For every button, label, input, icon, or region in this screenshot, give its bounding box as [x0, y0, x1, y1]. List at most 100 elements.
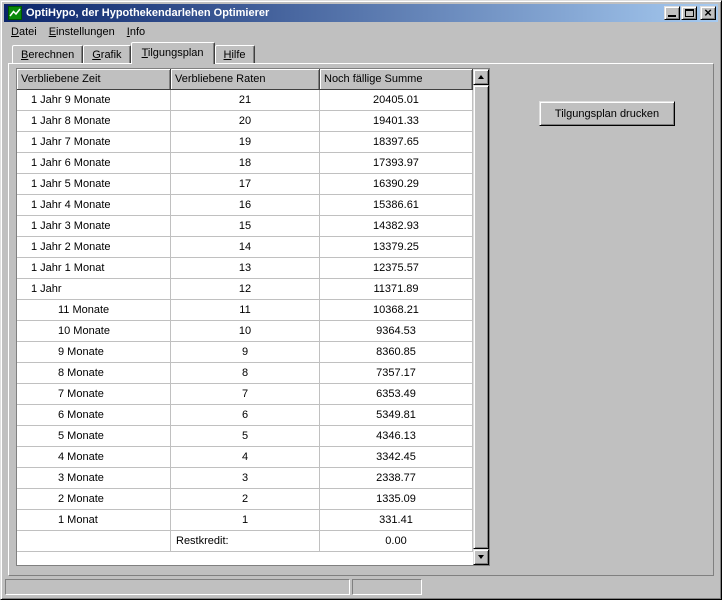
app-window: OptiHypo, der Hypothekendarlehen Optimie…: [0, 0, 722, 600]
window-title: OptiHypo, der Hypothekendarlehen Optimie…: [26, 7, 663, 19]
table-row: 1 Jahr 2 Monate1413379.25: [17, 237, 473, 258]
table-row: 11 Monate1110368.21: [17, 300, 473, 321]
table-row: 2 Monate21335.09: [17, 489, 473, 510]
table-row: 9 Monate98360.85: [17, 342, 473, 363]
table-cell: 0.00: [320, 531, 473, 552]
tab-hilfe[interactable]: Hilfe: [215, 45, 255, 63]
table-cell: 7 Monate: [17, 384, 171, 405]
table-cell: 6: [171, 405, 320, 426]
table-cell: 6353.49: [320, 384, 473, 405]
table-row: 1 Jahr 8 Monate2019401.33: [17, 111, 473, 132]
table-cell: 20: [171, 111, 320, 132]
maximize-icon: [685, 9, 694, 17]
table-cell: 21: [171, 90, 320, 111]
scrollbar-thumb[interactable]: [473, 85, 489, 549]
grid-header: Verbliebene Zeit Verbliebene Raten Noch …: [17, 69, 473, 90]
vertical-scrollbar[interactable]: [473, 69, 489, 565]
statusbar: [4, 576, 718, 596]
status-panel-2: [352, 579, 422, 595]
label-rest: ilfe: [231, 49, 245, 61]
column-header-zeit: Verbliebene Zeit: [17, 69, 171, 90]
table-cell: 10 Monate: [17, 321, 171, 342]
table-cell: 2: [171, 489, 320, 510]
minimize-button[interactable]: [664, 6, 680, 20]
close-icon: ×: [704, 8, 712, 18]
table-row: 8 Monate87357.17: [17, 363, 473, 384]
table-cell: 1 Jahr 2 Monate: [17, 237, 171, 258]
table-cell: 8 Monate: [17, 363, 171, 384]
scrollbar-up-button[interactable]: [473, 69, 489, 85]
label-accel: D: [11, 26, 19, 38]
table-cell: 7357.17: [320, 363, 473, 384]
tab-tilgungsplan[interactable]: Tilgungsplan: [131, 42, 215, 64]
table-cell: 16: [171, 195, 320, 216]
window-controls: ×: [663, 6, 716, 20]
titlebar[interactable]: OptiHypo, der Hypothekendarlehen Optimie…: [4, 4, 718, 22]
maximize-button[interactable]: [681, 6, 697, 20]
table-cell: 17393.97: [320, 153, 473, 174]
close-button[interactable]: ×: [700, 6, 716, 20]
menu-item-info[interactable]: Info: [121, 23, 151, 41]
tab-berechnen[interactable]: Berechnen: [12, 45, 83, 63]
table-cell: 11371.89: [320, 279, 473, 300]
label-rest: atei: [19, 26, 37, 38]
table-cell: 13379.25: [320, 237, 473, 258]
table-cell: 3 Monate: [17, 468, 171, 489]
tab-grafik[interactable]: Grafik: [83, 45, 130, 63]
table-cell: 19401.33: [320, 111, 473, 132]
table-cell: 5 Monate: [17, 426, 171, 447]
label-accel: G: [92, 49, 101, 61]
table-row: 1 Jahr 5 Monate1716390.29: [17, 174, 473, 195]
table-cell: 17: [171, 174, 320, 195]
table-cell: 18397.65: [320, 132, 473, 153]
table-cell: 13: [171, 258, 320, 279]
table-cell: 2 Monate: [17, 489, 171, 510]
table-cell: 12375.57: [320, 258, 473, 279]
table-cell: 1 Jahr 6 Monate: [17, 153, 171, 174]
table-row: 10 Monate109364.53: [17, 321, 473, 342]
table-cell: 5349.81: [320, 405, 473, 426]
status-panel-1: [5, 579, 350, 595]
print-tilgungsplan-button[interactable]: Tilgungsplan drucken: [539, 101, 675, 126]
table-cell: 16390.29: [320, 174, 473, 195]
table-cell: 1: [171, 510, 320, 531]
label-rest: ilgungsplan: [148, 47, 204, 59]
table-row: 1 Jahr 1 Monat1312375.57: [17, 258, 473, 279]
table-cell: 8: [171, 363, 320, 384]
table-cell: 9 Monate: [17, 342, 171, 363]
table-cell: 4 Monate: [17, 447, 171, 468]
table-cell: 1 Jahr 5 Monate: [17, 174, 171, 195]
table-row: 1 Jahr 7 Monate1918397.65: [17, 132, 473, 153]
column-header-summe: Noch fällige Summe: [320, 69, 473, 90]
table-row: Restkredit:0.00: [17, 531, 473, 552]
table-row: 1 Jahr 4 Monate1615386.61: [17, 195, 473, 216]
label-rest: instellungen: [56, 26, 115, 38]
table-cell: 15: [171, 216, 320, 237]
menu-item-datei[interactable]: Datei: [5, 23, 43, 41]
table-row: 5 Monate54346.13: [17, 426, 473, 447]
arrow-up-icon: [478, 75, 484, 79]
label-rest: erechnen: [28, 49, 74, 61]
table-row: 7 Monate76353.49: [17, 384, 473, 405]
table-cell: 1 Jahr 4 Monate: [17, 195, 171, 216]
table-cell: 4346.13: [320, 426, 473, 447]
label-accel: E: [49, 26, 56, 38]
menu-item-einstellungen[interactable]: Einstellungen: [43, 23, 121, 41]
minimize-icon: [668, 15, 676, 17]
table-cell: 19: [171, 132, 320, 153]
table-cell: 10: [171, 321, 320, 342]
column-header-raten: Verbliebene Raten: [171, 69, 320, 90]
table-cell: 1 Jahr 3 Monate: [17, 216, 171, 237]
table-cell: 10368.21: [320, 300, 473, 321]
table-row: 3 Monate32338.77: [17, 468, 473, 489]
table-cell: 9: [171, 342, 320, 363]
table-cell: 4: [171, 447, 320, 468]
tabbar: Berechnen Grafik Tilgungsplan Hilfe: [12, 42, 255, 64]
table-row: 1 Jahr1211371.89: [17, 279, 473, 300]
label-rest: rafik: [101, 49, 122, 61]
table-cell: 1 Jahr 1 Monat: [17, 258, 171, 279]
table-cell: 8360.85: [320, 342, 473, 363]
table-row: 1 Monat1331.41: [17, 510, 473, 531]
scrollbar-down-button[interactable]: [473, 549, 489, 565]
app-icon[interactable]: [8, 6, 22, 20]
